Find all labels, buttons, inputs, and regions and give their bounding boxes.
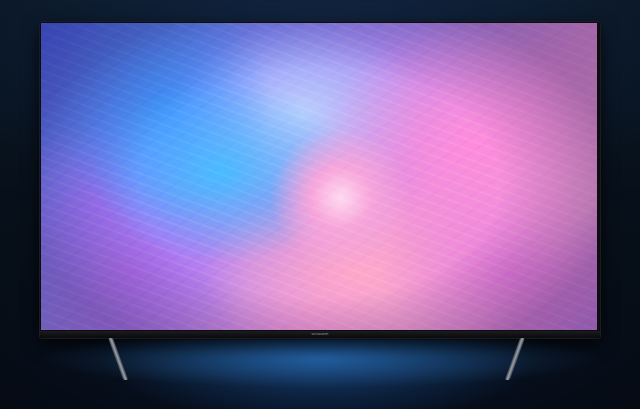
brand-logo: SKYWORTH: [311, 332, 329, 336]
tv-screen: [41, 23, 597, 330]
television: SKYWORTH: [40, 22, 600, 338]
screen-vignette: [41, 23, 597, 330]
